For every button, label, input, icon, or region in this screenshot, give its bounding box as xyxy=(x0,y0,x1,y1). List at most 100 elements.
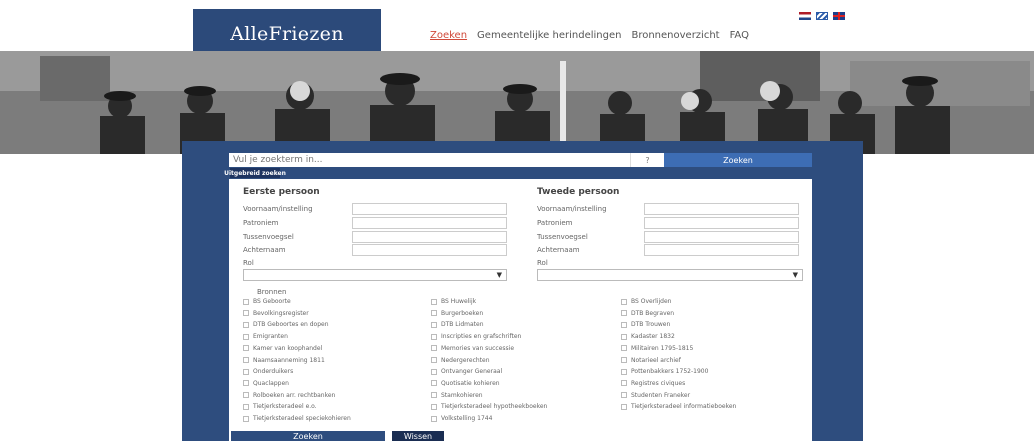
source-checkbox-item[interactable]: Tietjerksteradeel e.o. xyxy=(243,403,317,410)
second-patroniem-input[interactable] xyxy=(644,217,799,229)
checkbox[interactable] xyxy=(243,298,249,305)
checkbox[interactable] xyxy=(431,333,437,340)
second-achternaam-input[interactable] xyxy=(644,244,799,256)
search-help-button[interactable]: ? xyxy=(630,153,664,167)
checkbox[interactable] xyxy=(431,298,437,305)
source-checkbox-item[interactable]: Tietjerksteradeel informatieboeken xyxy=(621,403,736,410)
first-rol-select[interactable]: ▼ xyxy=(243,269,507,281)
checkbox[interactable] xyxy=(621,357,627,363)
source-checkbox-item[interactable]: Volkstelling 1744 xyxy=(431,415,492,422)
source-checkbox-item[interactable]: Pottenbakkers 1752-1900 xyxy=(621,368,708,375)
submit-search-button[interactable]: Zoeken xyxy=(231,431,385,441)
source-checkbox-item[interactable]: Onderduikers xyxy=(243,368,293,375)
source-checkbox-item[interactable]: Quotisatie kohieren xyxy=(431,380,500,387)
source-checkbox-item[interactable]: Registres civiques xyxy=(621,380,685,387)
checkbox[interactable] xyxy=(431,321,437,328)
search-input[interactable] xyxy=(229,153,630,167)
source-label: Burgerboeken xyxy=(441,309,484,317)
checkbox[interactable] xyxy=(621,392,627,399)
source-checkbox-item[interactable]: Militairen 1795-1815 xyxy=(621,345,693,352)
checkbox[interactable] xyxy=(243,415,249,422)
source-checkbox-item[interactable]: Nedergerechten xyxy=(431,357,490,364)
first-achternaam-input[interactable] xyxy=(352,244,507,256)
nl-flag-icon[interactable] xyxy=(799,12,811,20)
first-tussenvoegsel-input[interactable] xyxy=(352,231,507,243)
source-label: BS Overlijden xyxy=(631,298,672,305)
nav-zoeken[interactable]: Zoeken xyxy=(430,30,467,41)
checkbox[interactable] xyxy=(243,392,249,399)
source-checkbox-item[interactable]: Emigranten xyxy=(243,333,288,340)
gb-flag-icon[interactable] xyxy=(833,12,845,20)
source-checkbox-item[interactable]: Studenten Franeker xyxy=(621,392,690,399)
source-checkbox-item[interactable]: DTB Begraven xyxy=(621,310,674,317)
checkbox[interactable] xyxy=(243,403,249,410)
source-checkbox-item[interactable]: Kamer van koophandel xyxy=(243,345,322,352)
checkbox[interactable] xyxy=(621,345,627,352)
source-checkbox-item[interactable]: Notarieel archief xyxy=(621,357,681,364)
checkbox[interactable] xyxy=(431,380,437,387)
source-checkbox-item[interactable]: DTB Geboortes en dopen xyxy=(243,321,329,328)
source-label: Notarieel archief xyxy=(631,356,681,364)
source-label: Rolboeken arr. rechtbanken xyxy=(253,391,336,399)
checkbox[interactable] xyxy=(243,345,249,352)
second-voornaam-input[interactable] xyxy=(644,203,799,215)
source-checkbox-item[interactable]: BS Geboorte xyxy=(243,298,291,305)
checkbox[interactable] xyxy=(621,310,627,317)
source-checkbox-item[interactable]: Tietjerksteradeel hypotheekboeken xyxy=(431,403,547,410)
checkbox[interactable] xyxy=(621,380,627,387)
checkbox[interactable] xyxy=(243,357,249,363)
checkbox[interactable] xyxy=(621,403,627,410)
advanced-search-button[interactable]: Uitgebreid zoeken xyxy=(224,168,286,178)
checkbox[interactable] xyxy=(431,403,437,410)
source-checkbox-item[interactable]: BS Overlijden xyxy=(621,298,671,305)
checkbox[interactable] xyxy=(431,310,437,317)
source-checkbox-item[interactable]: Kadaster 1832 xyxy=(621,333,675,340)
source-checkbox-item[interactable]: Rolboeken arr. rechtbanken xyxy=(243,392,335,399)
source-label: Memories van successie xyxy=(441,344,515,352)
source-label: Inscripties en grafschriften xyxy=(441,333,522,341)
source-checkbox-item[interactable]: DTB Lidmaten xyxy=(431,321,484,328)
checkbox[interactable] xyxy=(243,321,249,328)
first-patroniem-input[interactable] xyxy=(352,217,507,229)
second-achternaam-label: Achternaam xyxy=(537,246,580,254)
source-checkbox-item[interactable]: Memories van successie xyxy=(431,345,514,352)
source-label: Ontvanger Generaal xyxy=(441,368,503,376)
first-voornaam-input[interactable] xyxy=(352,203,507,215)
chevron-down-icon: ▼ xyxy=(792,271,798,279)
checkbox[interactable] xyxy=(621,298,627,305)
checkbox[interactable] xyxy=(243,333,249,340)
nav-bronnenoverzicht[interactable]: Bronnenoverzicht xyxy=(631,30,719,41)
checkbox[interactable] xyxy=(243,380,249,387)
checkbox[interactable] xyxy=(431,415,437,422)
nav-faq[interactable]: FAQ xyxy=(730,30,749,41)
source-checkbox-item[interactable]: Burgerboeken xyxy=(431,310,483,317)
source-checkbox-item[interactable]: Ontvanger Generaal xyxy=(431,368,502,375)
advanced-search-form: Eerste persoon Voornaam/instelling Patro… xyxy=(229,179,812,441)
source-label: Pottenbakkers 1752-1900 xyxy=(631,368,709,376)
fy-flag-icon[interactable] xyxy=(816,12,828,20)
second-tussenvoegsel-input[interactable] xyxy=(644,231,799,243)
clear-button[interactable]: Wissen xyxy=(392,431,444,441)
checkbox[interactable] xyxy=(431,392,437,399)
source-checkbox-item[interactable]: Bevolkingsregister xyxy=(243,310,309,317)
search-button[interactable]: Zoeken xyxy=(664,153,812,167)
source-checkbox-item[interactable]: Tietjerksteradeel speciekohieren xyxy=(243,415,351,422)
language-switcher xyxy=(799,12,845,20)
source-checkbox-item[interactable]: DTB Trouwen xyxy=(621,321,670,328)
checkbox[interactable] xyxy=(431,345,437,352)
first-tussenvoegsel-label: Tussenvoegsel xyxy=(243,233,294,241)
checkbox[interactable] xyxy=(243,310,249,317)
source-checkbox-item[interactable]: Naamsaanneming 1811 xyxy=(243,357,325,364)
checkbox[interactable] xyxy=(621,333,627,340)
second-rol-select[interactable]: ▼ xyxy=(537,269,803,281)
source-checkbox-item[interactable]: Stamkohieren xyxy=(431,392,483,399)
source-checkbox-item[interactable]: BS Huwelijk xyxy=(431,298,476,305)
checkbox[interactable] xyxy=(621,321,627,328)
checkbox[interactable] xyxy=(431,368,437,375)
source-checkbox-item[interactable]: Quaclappen xyxy=(243,380,289,387)
checkbox[interactable] xyxy=(243,368,249,375)
nav-gemeentelijke-herindelingen[interactable]: Gemeentelijke herindelingen xyxy=(477,30,621,41)
checkbox[interactable] xyxy=(621,368,627,375)
checkbox[interactable] xyxy=(431,357,437,363)
source-checkbox-item[interactable]: Inscripties en grafschriften xyxy=(431,333,521,340)
